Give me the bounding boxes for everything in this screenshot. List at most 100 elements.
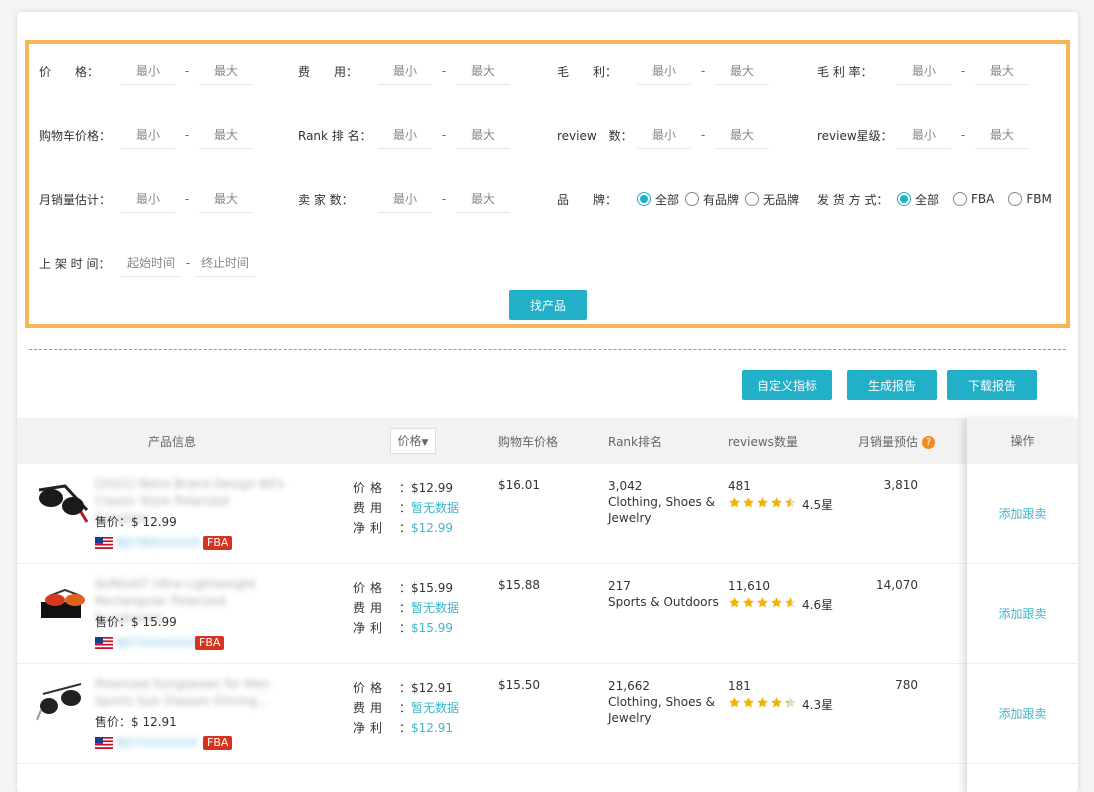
listed-start-input[interactable] (121, 249, 181, 277)
cart-price-filter: 购物车价格： - (39, 120, 253, 150)
fee-min-input[interactable] (378, 57, 432, 85)
cart-price-max-input[interactable] (199, 121, 253, 149)
product-title[interactable]: Polarized Sunglasses for Men Sports Sun … (95, 676, 285, 710)
dashed-divider (29, 349, 1066, 350)
product-image[interactable] (35, 476, 91, 524)
sellers-label: 卖 家 数： (298, 192, 354, 207)
shipping-all-radio[interactable]: 全部 (897, 191, 939, 208)
star-icon (770, 696, 784, 713)
fee-line: 费用 ：暂无数据 (353, 701, 460, 715)
fee-link[interactable]: 暂无数据 (411, 601, 459, 615)
shipping-fba-radio[interactable]: FBA (953, 192, 994, 206)
review-star-label: review星级： (817, 128, 893, 143)
custom-metrics-button[interactable]: 自定义指标 (742, 370, 832, 400)
reviews-count: 11,610 (728, 579, 770, 593)
star-icon (742, 496, 756, 513)
cart-price: $16.01 (498, 478, 540, 492)
price-min-input[interactable] (121, 57, 175, 85)
review-star-max-input[interactable] (975, 121, 1029, 149)
brand-label: 品 牌： (557, 192, 618, 207)
cart-price-min-input[interactable] (121, 121, 175, 149)
net-line: 净利 ：$12.99 (353, 521, 454, 535)
fee-link[interactable]: 暂无数据 (411, 501, 459, 515)
op-cell: 添加跟卖 (967, 664, 1078, 764)
product-image[interactable] (35, 576, 91, 624)
price-line: 价格 ：$12.99 (353, 481, 454, 495)
price-line: 价格 ：$12.91 (353, 681, 454, 695)
star-icon (770, 496, 784, 513)
listed-end-input[interactable] (195, 249, 255, 277)
profit-filter: 毛 利： - (557, 56, 769, 86)
margin-min-input[interactable] (897, 57, 951, 85)
download-report-button[interactable]: 下载报告 (947, 370, 1037, 400)
add-follow-sell-link[interactable]: 添加跟卖 (998, 705, 1046, 722)
brand-has-radio[interactable]: 有品牌 (685, 191, 739, 208)
review-max-input[interactable] (715, 121, 769, 149)
us-flag-icon (95, 637, 113, 649)
price-max-input[interactable] (199, 57, 253, 85)
fba-badge: FBA (203, 536, 233, 550)
rank-label: Rank 排 名： (298, 128, 372, 143)
radio-unchecked-icon (953, 192, 968, 206)
op-cell: 添加跟卖 (967, 564, 1078, 664)
help-icon[interactable]: ? (922, 436, 936, 449)
reviews-cell: 181 4.3星 (728, 678, 833, 713)
shipping-fbm-radio[interactable]: FBM (1008, 192, 1052, 206)
sellers-max-input[interactable] (456, 185, 510, 213)
margin-max-input[interactable] (975, 57, 1029, 85)
rank-value: 3,042 (608, 479, 643, 493)
star-icon (756, 496, 770, 513)
sellers-min-input[interactable] (378, 185, 432, 213)
product-asin-link[interactable]: B07MXXXXXX (117, 536, 200, 550)
shipping-label: 发 货 方 式： (817, 192, 889, 207)
rank-cell: 217 Sports & Outdoors (608, 578, 720, 610)
product-image[interactable] (35, 676, 91, 724)
reviews-cell: 481 4.5星 (728, 478, 833, 513)
brand-none-radio[interactable]: 无品牌 (745, 191, 799, 208)
fee-max-input[interactable] (456, 57, 510, 85)
operation-column: 操作 添加跟卖 添加跟卖 添加跟卖 (966, 418, 1078, 792)
table-row: SUNGAIT Ultra Lightweight Rectangular Po… (17, 564, 966, 664)
sellers-filter: 卖 家 数： - (298, 184, 510, 214)
find-product-button[interactable]: 找产品 (509, 290, 587, 320)
main-card: 价 格： - 费 用： - 毛 利： - 毛 利 率： - 购物车价格： (17, 12, 1078, 792)
review-star-min-input[interactable] (897, 121, 951, 149)
us-flag-icon (95, 537, 113, 549)
add-follow-sell-link[interactable]: 添加跟卖 (998, 505, 1046, 522)
table-row: [2022] Retro Brand Design 80's Classic S… (17, 464, 966, 564)
rating-stars: 4.5星 (728, 496, 833, 513)
listed-label: 上 架 时 间： (39, 256, 111, 271)
generate-report-button[interactable]: 生成报告 (847, 370, 937, 400)
reviews-cell: 11,610 4.6星 (728, 578, 833, 613)
fee-line: 费用 ：暂无数据 (353, 501, 460, 515)
star-icon (742, 596, 756, 613)
product-sale-price: 售价：$ 12.91 (95, 715, 177, 729)
product-asin-link[interactable]: B07XXXXXXX (117, 636, 198, 650)
brand-all-radio[interactable]: 全部 (637, 191, 679, 208)
profit-label: 毛 利： (557, 64, 618, 79)
header-cart-price: 购物车价格 (498, 435, 559, 449)
profit-min-input[interactable] (637, 57, 691, 85)
star-icon (784, 596, 798, 613)
header-monthly-sales: 月销量预估? (858, 433, 936, 450)
rank-max-input[interactable] (456, 121, 510, 149)
rank-cell: 21,662 Clothing, Shoes & Jewelry (608, 678, 720, 726)
fee-link[interactable]: 暂无数据 (411, 701, 459, 715)
star-icon (770, 596, 784, 613)
monthly-sales-max-input[interactable] (199, 185, 253, 213)
rank-filter: Rank 排 名： - (298, 120, 510, 150)
star-icon (756, 696, 770, 713)
rank-min-input[interactable] (378, 121, 432, 149)
star-icon (784, 696, 798, 713)
monthly-sales-min-input[interactable] (121, 185, 175, 213)
radio-checked-icon (897, 192, 911, 206)
product-asin-link[interactable]: B07XXXXXXX (117, 736, 198, 750)
profit-max-input[interactable] (715, 57, 769, 85)
add-follow-sell-link[interactable]: 添加跟卖 (998, 605, 1046, 622)
review-min-input[interactable] (637, 121, 691, 149)
star-icon (728, 496, 742, 513)
star-icon (728, 596, 742, 613)
price-sort-button[interactable]: 价格▼ (390, 428, 436, 454)
rank-category: Clothing, Shoes & Jewelry (608, 495, 715, 525)
rank-cell: 3,042 Clothing, Shoes & Jewelry (608, 478, 720, 526)
